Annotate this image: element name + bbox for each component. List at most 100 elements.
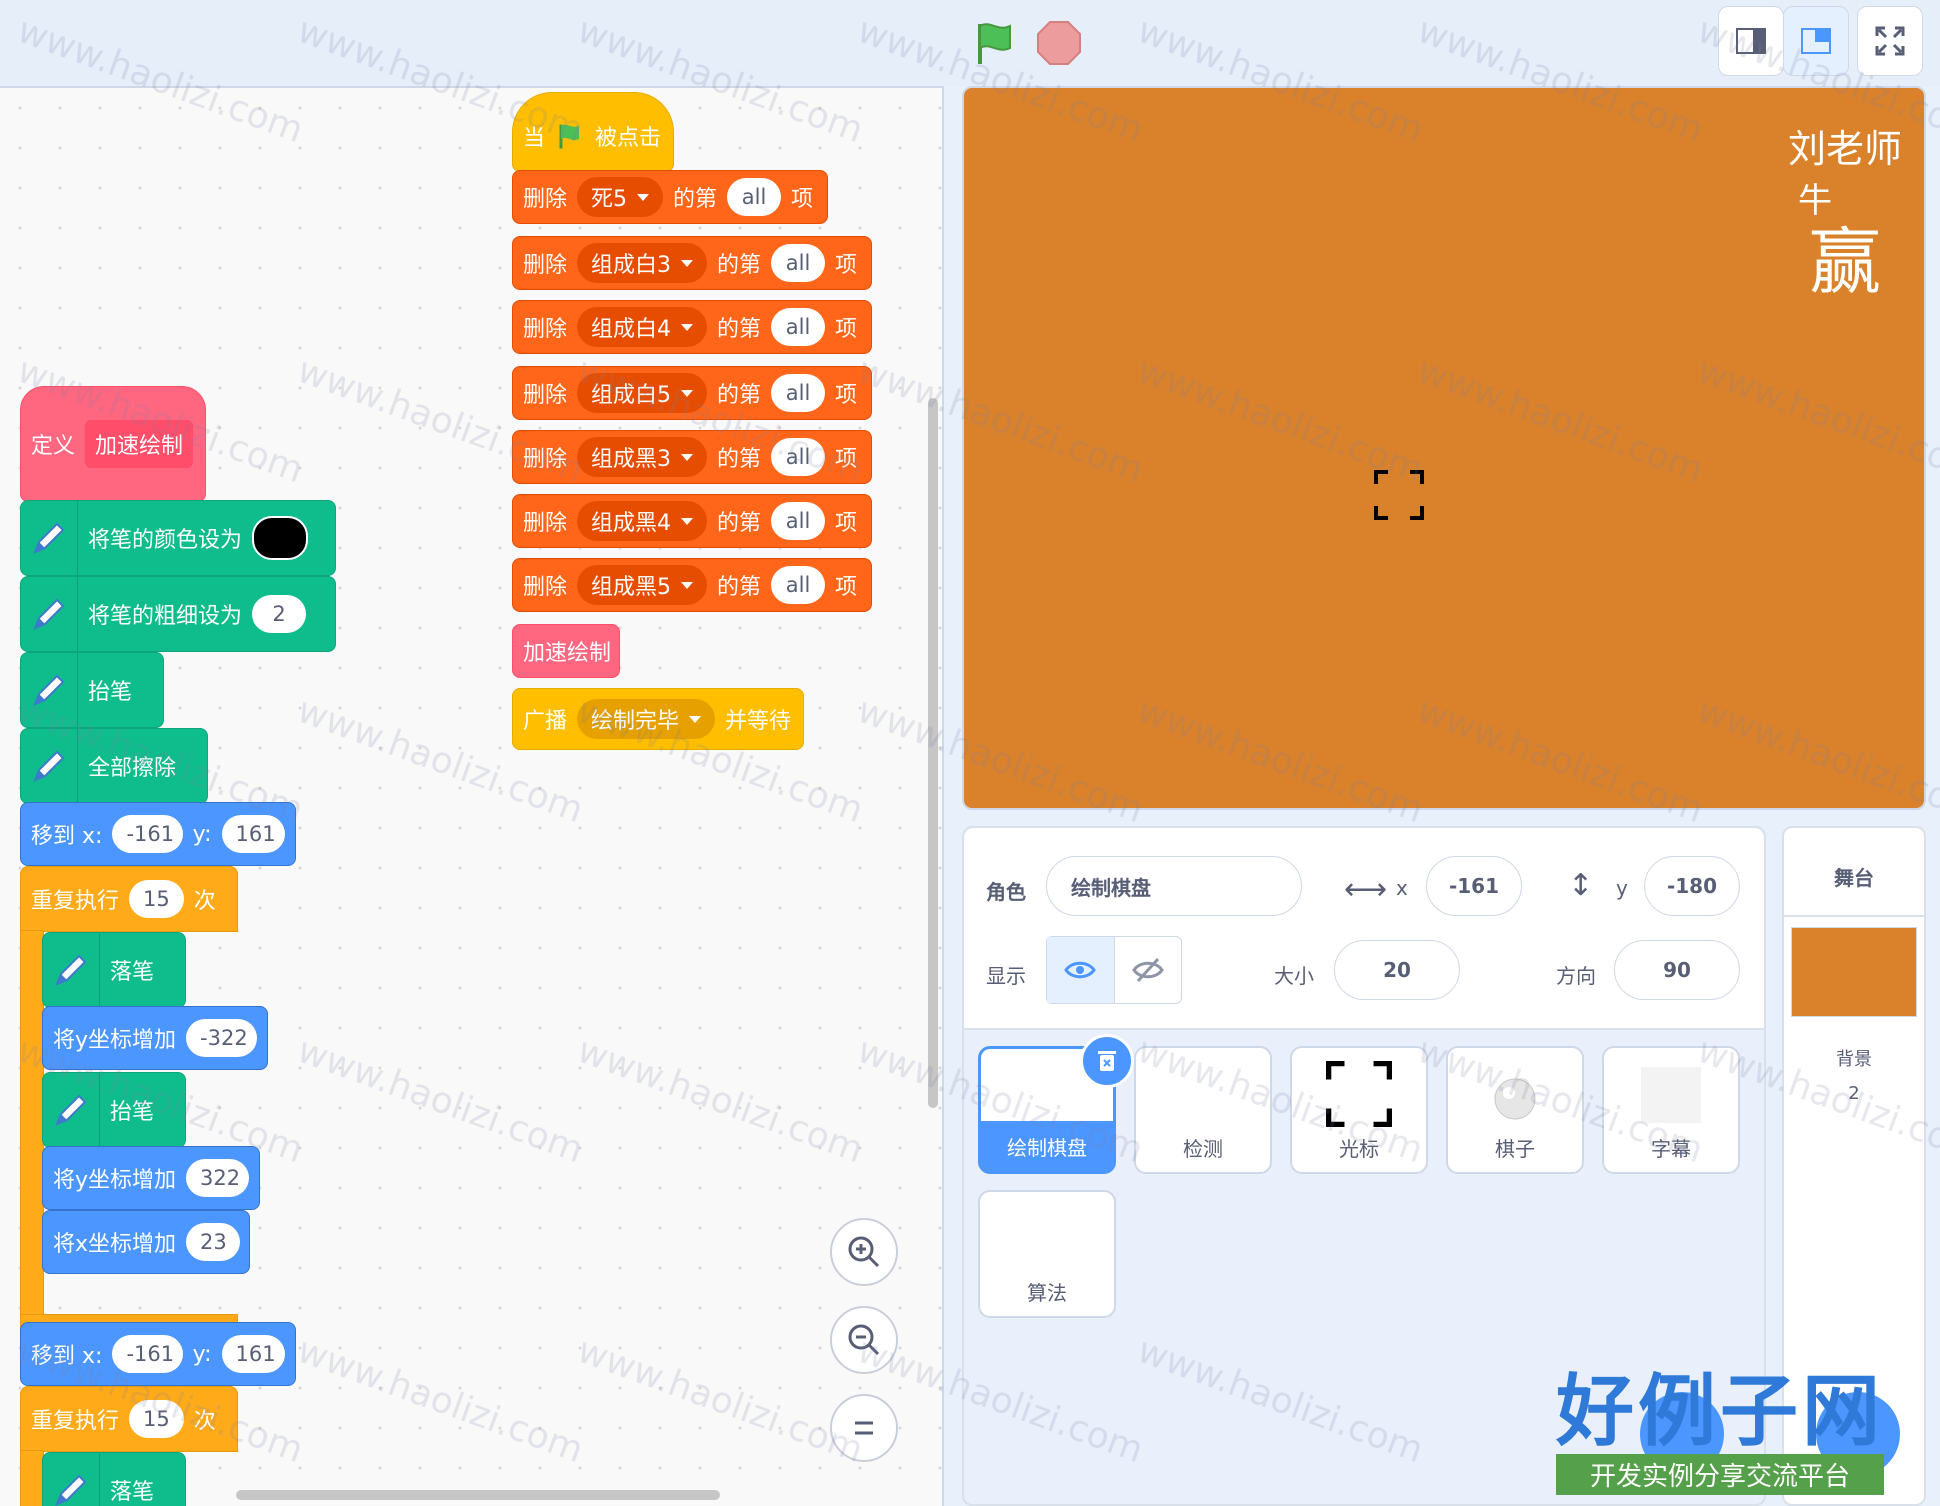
- item-input[interactable]: all: [771, 308, 826, 346]
- change-y-block-1[interactable]: 将y坐标增加 -322: [42, 1006, 268, 1070]
- pen-icon: [21, 501, 78, 575]
- delete-sprite-button[interactable]: [1080, 1034, 1134, 1088]
- sprite-tile-caption[interactable]: 字幕: [1602, 1046, 1740, 1174]
- list-dropdown[interactable]: 组成黑3: [577, 437, 708, 477]
- pen-up-block[interactable]: 抬笔: [20, 652, 164, 728]
- go-to-xy-block-1[interactable]: 移到 x: -161 y: 161: [20, 802, 296, 866]
- delete-list-block-3[interactable]: 删除 组成白4 的第 all 项: [512, 300, 872, 354]
- small-stage-button[interactable]: [1718, 6, 1784, 76]
- delete-text: 删除: [523, 383, 568, 408]
- repeat-block-1[interactable]: 重复执行 15 次: [20, 866, 238, 932]
- of-text: 的第: [717, 511, 762, 536]
- erase-all-block[interactable]: 全部擦除: [20, 728, 208, 804]
- y-arrows-icon: ↕: [1568, 868, 1594, 903]
- sprite-tile-cursor[interactable]: 光标: [1290, 1046, 1428, 1174]
- delete-text: 删除: [523, 253, 568, 278]
- pen-up-block-2[interactable]: 抬笔: [42, 1072, 186, 1148]
- item-input[interactable]: all: [771, 502, 826, 540]
- change-y-input[interactable]: -322: [186, 1019, 257, 1057]
- zoom-in-icon: [848, 1236, 880, 1268]
- list-name: 组成白4: [591, 317, 672, 342]
- fullscreen-button[interactable]: [1857, 6, 1923, 76]
- green-flag-icon[interactable]: [970, 18, 1020, 68]
- x-input[interactable]: -161: [112, 1335, 183, 1373]
- item-input[interactable]: all: [771, 438, 826, 476]
- pen-down-block-2[interactable]: 落笔: [42, 1452, 186, 1506]
- zoom-out-icon: [848, 1324, 880, 1356]
- choose-backdrop-button[interactable]: [1816, 1392, 1900, 1476]
- message-dropdown[interactable]: 绘制完毕: [577, 699, 716, 739]
- y-input[interactable]: -180: [1644, 856, 1740, 916]
- repeat-count-input[interactable]: 15: [129, 880, 184, 918]
- chevron-down-icon: [681, 259, 694, 267]
- hide-button[interactable]: [1115, 937, 1182, 1003]
- define-block[interactable]: 定义 加速绘制: [20, 386, 206, 502]
- zoom-out-button[interactable]: [830, 1306, 898, 1374]
- delete-list-block-2[interactable]: 删除 组成白3 的第 all 项: [512, 236, 872, 290]
- backdrop-thumbnail[interactable]: [1791, 927, 1917, 1017]
- sprite-tile-piece[interactable]: 棋子: [1446, 1046, 1584, 1174]
- suffix-text: 项: [835, 383, 858, 408]
- list-dropdown[interactable]: 组成白4: [577, 307, 708, 347]
- stage-title: 舞台: [1834, 866, 1874, 890]
- sprite-tile-detect[interactable]: 检测: [1134, 1046, 1272, 1174]
- choose-sprite-button[interactable]: [1640, 1392, 1724, 1476]
- change-x-input[interactable]: 23: [186, 1223, 241, 1261]
- when-flag-clicked-block[interactable]: 当 被点击: [512, 92, 674, 172]
- set-pen-color-block[interactable]: 将笔的颜色设为: [20, 500, 336, 576]
- horizontal-scrollbar[interactable]: [236, 1490, 720, 1500]
- delete-text: 删除: [523, 575, 568, 600]
- broadcast-and-wait-block[interactable]: 广播 绘制完毕 并等待: [512, 688, 804, 750]
- zoom-reset-button[interactable]: [830, 1394, 898, 1462]
- delete-list-block-4[interactable]: 删除 组成白5 的第 all 项: [512, 366, 872, 420]
- list-dropdown[interactable]: 组成黑5: [577, 565, 708, 605]
- pen-down-block[interactable]: 落笔: [42, 932, 186, 1008]
- direction-input[interactable]: 90: [1614, 940, 1740, 1000]
- repeat-block-2[interactable]: 重复执行 15 次: [20, 1386, 238, 1452]
- stone-thumb-icon: [1494, 1078, 1536, 1120]
- vertical-scrollbar[interactable]: [928, 398, 938, 1108]
- show-button[interactable]: [1047, 937, 1115, 1003]
- pen-icon: [43, 1453, 100, 1506]
- list-dropdown[interactable]: 组成黑4: [577, 501, 708, 541]
- item-input[interactable]: all: [771, 374, 826, 412]
- code-area[interactable]: 当 被点击 删除 死5 的第 all 项 删除 组成白3 的第 all 项 删除…: [0, 86, 944, 1506]
- zoom-in-button[interactable]: [830, 1218, 898, 1286]
- delete-text: 删除: [523, 317, 568, 342]
- delete-list-block-1[interactable]: 删除 死5 的第 all 项: [512, 170, 828, 224]
- change-y-input[interactable]: 322: [186, 1159, 249, 1197]
- set-pen-size-block[interactable]: 将笔的粗细设为 2: [20, 576, 336, 652]
- sprite-label: 角色: [986, 880, 1026, 904]
- normal-stage-button[interactable]: [1783, 6, 1849, 76]
- stop-icon[interactable]: [1034, 18, 1084, 68]
- item-input[interactable]: all: [727, 178, 782, 216]
- x-input[interactable]: -161: [112, 815, 183, 853]
- sprite-tile-algorithm[interactable]: 算法: [978, 1190, 1116, 1318]
- list-dropdown[interactable]: 组成白3: [577, 243, 708, 283]
- stage-canvas[interactable]: 刘老师 牛 赢: [962, 86, 1926, 810]
- item-input[interactable]: all: [771, 566, 826, 604]
- change-y-text: 将y坐标增加: [53, 1168, 177, 1193]
- of-text: 的第: [717, 253, 762, 278]
- list-dropdown[interactable]: 组成白5: [577, 373, 708, 413]
- change-x-block[interactable]: 将x坐标增加 23: [42, 1210, 250, 1274]
- x-input[interactable]: -161: [1426, 856, 1522, 916]
- goto-y-label: y:: [192, 821, 212, 847]
- y-input[interactable]: 161: [221, 1335, 285, 1373]
- go-to-xy-block-2[interactable]: 移到 x: -161 y: 161: [20, 1322, 296, 1386]
- delete-list-block-5[interactable]: 删除 组成黑3 的第 all 项: [512, 430, 872, 484]
- list-dropdown[interactable]: 死5: [577, 177, 664, 217]
- size-input[interactable]: 20: [1334, 940, 1460, 1000]
- delete-list-block-7[interactable]: 删除 组成黑5 的第 all 项: [512, 558, 872, 612]
- sprite-name-input[interactable]: 绘制棋盘: [1046, 856, 1302, 916]
- size-input[interactable]: 2: [252, 595, 307, 633]
- change-y-block-2[interactable]: 将y坐标增加 322: [42, 1146, 260, 1210]
- call-accelerate-draw-block[interactable]: 加速绘制: [512, 624, 620, 678]
- color-swatch[interactable]: [252, 516, 309, 560]
- y-input[interactable]: 161: [221, 815, 285, 853]
- repeat-count-input[interactable]: 15: [129, 1400, 184, 1438]
- delete-list-block-6[interactable]: 删除 组成黑4 的第 all 项: [512, 494, 872, 548]
- item-input[interactable]: all: [771, 244, 826, 282]
- equals-icon: [855, 1421, 873, 1435]
- define-name: 加速绘制: [85, 420, 194, 468]
